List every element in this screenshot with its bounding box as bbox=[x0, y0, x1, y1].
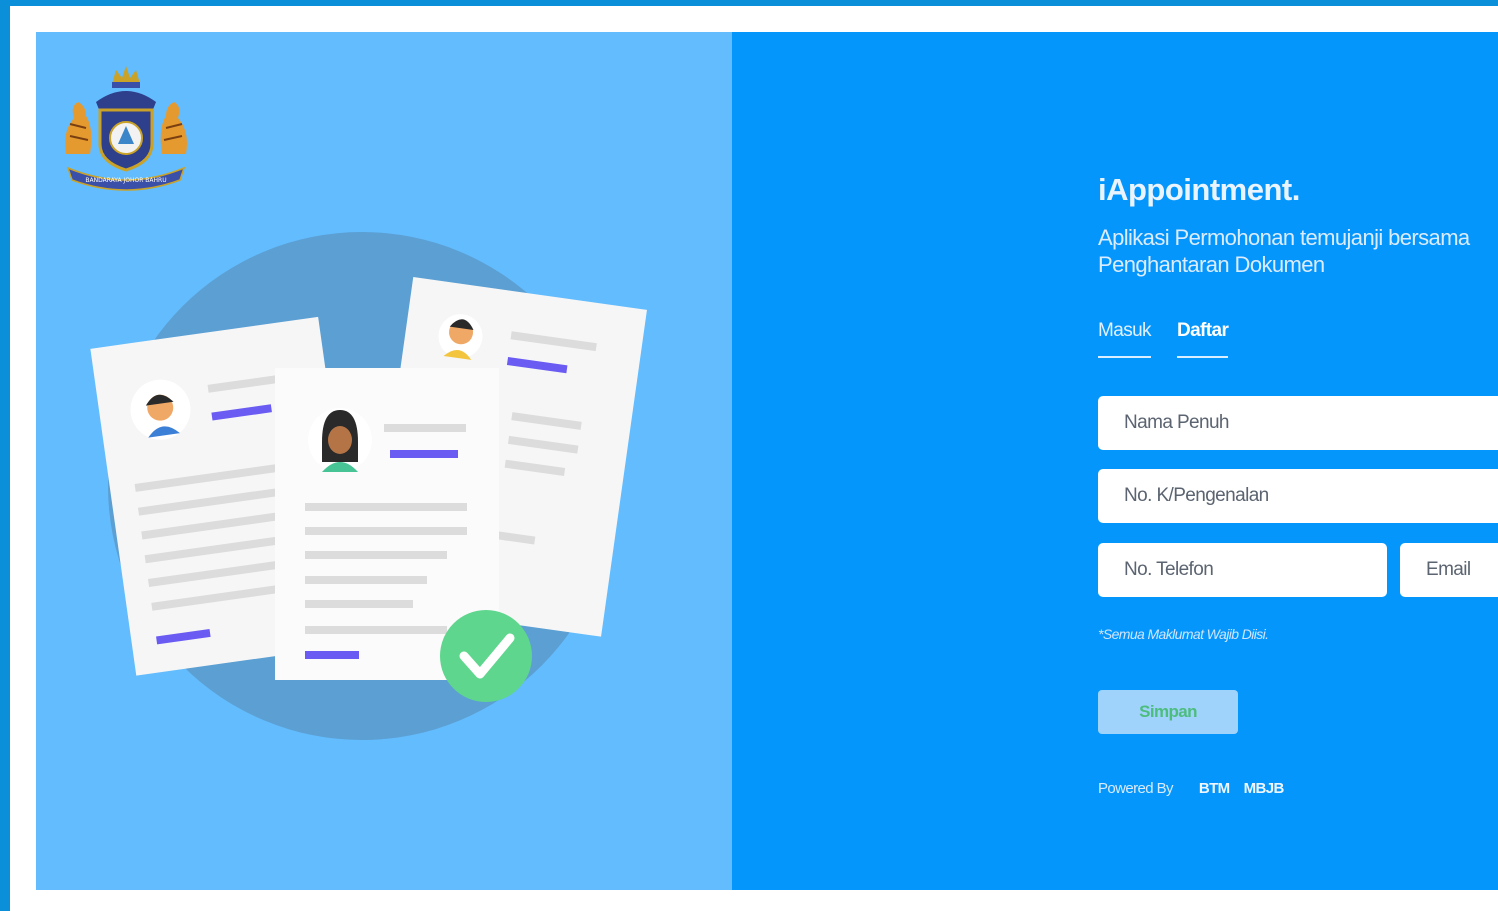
left-frame-strip bbox=[0, 0, 10, 911]
check-badge bbox=[440, 610, 532, 702]
documents-illustration bbox=[90, 232, 647, 740]
tab-masuk[interactable]: Masuk bbox=[1098, 320, 1152, 358]
phone-input[interactable] bbox=[1098, 543, 1387, 597]
ic-number-input[interactable] bbox=[1098, 469, 1498, 523]
required-fields-note: *Semua Maklumat Wajib Diisi. bbox=[1098, 626, 1269, 642]
illustration-panel: BANDARAYA JOHOR BAHRU bbox=[36, 32, 732, 890]
powered-by-label: Powered By bbox=[1098, 780, 1173, 797]
app-subtitle: Aplikasi Permohonan temujanji bersama Pe… bbox=[1098, 224, 1498, 278]
full-name-input[interactable] bbox=[1098, 396, 1498, 450]
email-input[interactable] bbox=[1400, 543, 1498, 597]
app-subtitle-line1: Aplikasi Permohonan temujanji bersama bbox=[1098, 225, 1470, 250]
tab-daftar[interactable]: Daftar bbox=[1176, 320, 1229, 358]
top-frame-strip bbox=[0, 0, 1498, 6]
form-panel: iAppointment. Aplikasi Permohonan temuja… bbox=[732, 32, 1498, 890]
auth-tabs: Masuk Daftar bbox=[1098, 320, 1229, 358]
login-stage: BANDARAYA JOHOR BAHRU iAppointment. Apli… bbox=[36, 32, 1498, 890]
brand-mbjb: MBJB bbox=[1243, 780, 1285, 797]
app-subtitle-line2: Penghantaran Dokumen bbox=[1098, 252, 1325, 277]
powered-by: Powered By BTM MBJB bbox=[1098, 780, 1284, 797]
save-button[interactable]: Simpan bbox=[1098, 690, 1238, 734]
brand-btm: BTM bbox=[1198, 780, 1230, 797]
app-title: iAppointment. bbox=[1098, 172, 1300, 207]
